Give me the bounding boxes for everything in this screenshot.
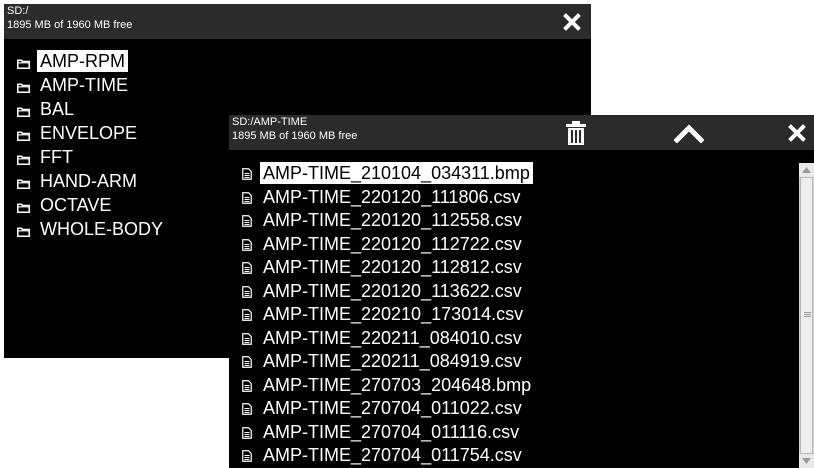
- file-item-label: AMP-TIME_220120_113622.csv: [263, 280, 522, 301]
- file-item[interactable]: AMP-TIME_220120_112812.csv: [229, 256, 799, 280]
- file-icon: [242, 402, 252, 415]
- file-item-label: AMP-TIME_220210_173014.csv: [263, 304, 524, 324]
- folder-item-label: AMP-TIME: [40, 75, 128, 95]
- file-item-label: AMP-TIME_220211_084919.csv: [263, 351, 522, 371]
- file-item[interactable]: AMP-TIME_220120_113622.csv: [229, 280, 799, 304]
- file-icon: [242, 167, 252, 180]
- close-icon: [788, 123, 806, 142]
- file-list-scrollbar[interactable]: [799, 163, 814, 468]
- file-list: AMP-TIME_210104_034311.bmp AMP-TIME_22012…: [229, 162, 799, 468]
- amp-time-titlebar: SD:/AMP-TIME 1895 MB of 1960 MB free: [229, 115, 814, 150]
- file-item-label: AMP-TIME_270704_011022.csv: [263, 398, 522, 418]
- file-item-label: AMP-TIME_220120_112812.csv: [263, 257, 522, 277]
- file-item[interactable]: AMP-TIME_270703_204648.bmp: [229, 374, 799, 398]
- file-item-label: AMP-TIME_220211_084010.csv: [263, 327, 522, 348]
- folder-icon: [17, 224, 30, 237]
- file-item[interactable]: AMP-TIME_210104_034311.bmp: [229, 162, 799, 186]
- file-item-label: AMP-TIME_220120_112722.csv: [263, 233, 522, 254]
- file-item[interactable]: AMP-TIME_270704_011116.csv: [229, 421, 799, 445]
- folder-icon: [17, 104, 30, 117]
- root-close-button[interactable]: [556, 4, 588, 39]
- file-item[interactable]: AMP-TIME_220120_112722.csv: [229, 233, 799, 257]
- file-icon: [242, 285, 252, 298]
- folder-item-label: AMP-RPM: [37, 50, 128, 72]
- file-item[interactable]: AMP-TIME_220210_173014.csv: [229, 303, 799, 327]
- root-folder-path: SD:/: [7, 5, 29, 17]
- amp-time-folder-path: SD:/AMP-TIME: [232, 116, 308, 128]
- folder-icon: [17, 128, 30, 141]
- trash-icon: [566, 120, 586, 145]
- scroll-down-arrow-icon: [802, 458, 811, 464]
- folder-icon: [17, 80, 30, 93]
- file-icon: [242, 191, 252, 204]
- file-icon: [242, 261, 252, 274]
- file-item-label: AMP-TIME_210104_034311.bmp: [260, 162, 533, 184]
- amp-time-close-button[interactable]: [781, 115, 813, 150]
- folder-item-label: WHOLE-BODY: [40, 219, 164, 239]
- file-item-label: AMP-TIME_270704_011754.csv: [263, 445, 522, 465]
- file-icon: [242, 332, 252, 345]
- file-icon: [242, 355, 252, 368]
- file-icon: [242, 426, 252, 439]
- folder-icon: [17, 56, 30, 69]
- chevron-up-icon: [674, 123, 704, 143]
- file-item[interactable]: AMP-TIME_270704_011754.csv: [229, 444, 799, 468]
- folder-item-label: OCTAVE: [40, 195, 112, 215]
- scrollbar-grip-line: [804, 316, 811, 317]
- file-item[interactable]: AMP-TIME_220120_111806.csv: [229, 186, 799, 210]
- file-item[interactable]: AMP-TIME_270704_011022.csv: [229, 397, 799, 421]
- file-icon: [242, 214, 252, 227]
- file-item-label: AMP-TIME_220120_112558.csv: [263, 210, 522, 230]
- amp-time-free-space: 1895 MB of 1960 MB free: [232, 130, 358, 142]
- parent-folder-button[interactable]: [669, 115, 709, 150]
- scroll-up-arrow-icon: [802, 167, 811, 173]
- scroll-down-button[interactable]: [799, 454, 814, 468]
- file-item[interactable]: AMP-TIME_220120_112558.csv: [229, 209, 799, 233]
- file-item-label: AMP-TIME_220120_111806.csv: [263, 186, 521, 207]
- folder-icon: [17, 200, 30, 213]
- file-icon: [242, 308, 252, 321]
- folder-item-label: BAL: [40, 99, 75, 119]
- file-icon: [242, 379, 252, 392]
- scroll-up-button[interactable]: [799, 163, 814, 177]
- file-item[interactable]: AMP-TIME_220211_084919.csv: [229, 350, 799, 374]
- delete-button[interactable]: [560, 115, 592, 150]
- folder-item-label: HAND-ARM: [40, 171, 137, 191]
- folder-item-label: FFT: [40, 147, 73, 167]
- folder-icon: [17, 176, 30, 189]
- scrollbar-thumb[interactable]: [800, 177, 813, 454]
- file-item-label: AMP-TIME_270703_204648.bmp: [263, 374, 532, 395]
- file-icon: [242, 238, 252, 251]
- folder-icon: [17, 152, 30, 165]
- folder-item-label: ENVELOPE: [40, 123, 138, 143]
- amp-time-folder-window: SD:/AMP-TIME 1895 MB of 1960 MB free AMP…: [229, 115, 814, 468]
- scrollbar-grip-line: [804, 312, 811, 313]
- file-item[interactable]: AMP-TIME_220211_084010.csv: [229, 327, 799, 351]
- root-folder-free-space: 1895 MB of 1960 MB free: [7, 19, 133, 31]
- file-item-label: AMP-TIME_270704_011116.csv: [263, 421, 520, 442]
- file-icon: [242, 449, 252, 462]
- close-icon: [563, 12, 581, 31]
- root-folder-titlebar: SD:/ 1895 MB of 1960 MB free: [4, 4, 591, 39]
- scrollbar-grip-line: [804, 314, 811, 315]
